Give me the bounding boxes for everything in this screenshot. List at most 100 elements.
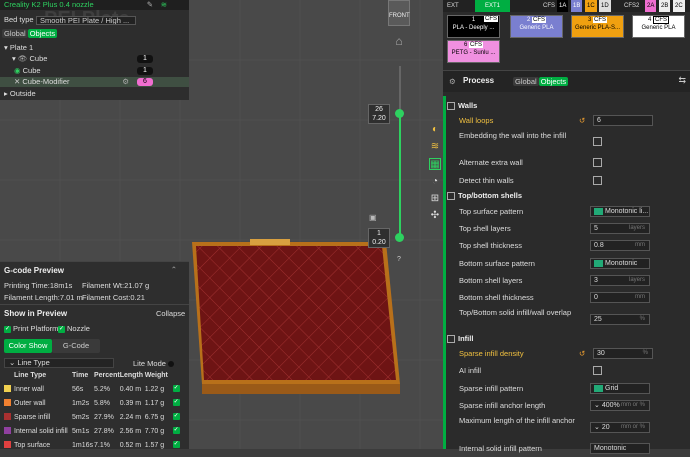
bot-pattern-row: Bottom surface pattern Monotonic	[459, 255, 659, 272]
top-thick-input[interactable]: 0.8 mm	[590, 240, 650, 251]
bot-thick-input[interactable]: 0 mm	[590, 292, 650, 303]
reset-density-icon[interactable]: ↺	[579, 345, 585, 362]
ai-infill-checkbox[interactable]	[593, 366, 602, 375]
process-objects-tab[interactable]: Objects	[538, 77, 569, 86]
filament-slot-6[interactable]: 6 CFS PETG - Sunlu ...	[447, 40, 500, 63]
settings-sidebar: EXT EXT1 CFS 1A 1B 1C 1D CFS2 2A 2B 2C 1…	[443, 0, 690, 454]
line-type-table: Line Type Time Percent Length Weight Inn…	[4, 368, 182, 452]
color-swatch	[4, 441, 11, 449]
filament-slot-1-cfs: CFS	[484, 16, 498, 22]
visibility-checkbox[interactable]: ✓	[172, 399, 180, 407]
visibility-checkbox[interactable]: ✓	[172, 427, 180, 435]
process-title: Process	[463, 76, 495, 85]
layer-slider-top-handle[interactable]	[395, 109, 404, 118]
maxlen-row: Maximum length of the infill anchor	[459, 416, 575, 425]
embed-checkbox[interactable]	[593, 137, 602, 146]
infill-icon	[447, 335, 455, 344]
filament-slot-3[interactable]: 3 CFS Generic PLA-S...	[571, 15, 624, 38]
filament-weight: Filament Wt:21.07 g	[82, 281, 150, 290]
thin-walls-row: Detect thin walls	[459, 172, 659, 189]
ext1-button[interactable]: EXT1	[475, 0, 511, 12]
layer-slider-bottom-handle[interactable]	[395, 233, 404, 242]
overlap-row: Top/Bottom solid infill/wall overlap	[459, 308, 572, 317]
wall-loops-input[interactable]: 6	[593, 115, 653, 126]
table-row[interactable]: Internal solid infill 5m1s 27.8% 2.56 m 7.70…	[4, 424, 182, 438]
slider-help-icon[interactable]: ?	[397, 256, 401, 263]
edit-icon[interactable]: ✎	[147, 0, 153, 10]
layer-top-label: 26 7.20	[368, 104, 390, 124]
speed-icon[interactable]: ◔	[429, 176, 441, 188]
table-row[interactable]: Top surface 1m16s 7.1% 0.52 m 1.57 g ✓	[4, 438, 182, 452]
wall-loops-row: Wall loops ↺ 6	[459, 112, 659, 129]
color-swatch	[4, 413, 11, 421]
layers-icon[interactable]: ≋	[429, 141, 441, 153]
gcode-title: G-code Preview	[4, 266, 65, 275]
line-type-select[interactable]: ⌄ Line Type	[4, 358, 114, 368]
thin-walls-checkbox[interactable]	[593, 176, 602, 185]
top-thick-row: Top shell thickness 0.8 mm	[459, 237, 659, 254]
front-label: FRONT	[389, 13, 410, 19]
tools-icon[interactable]: ✣	[429, 210, 441, 222]
table-row[interactable]: Outer wall 1m2s 5.8% 0.39 m 1.17 g ✓	[4, 396, 182, 410]
top-pattern-select[interactable]: Monotonic li...	[590, 206, 650, 217]
bot-layers-input[interactable]: 3 layers	[590, 275, 650, 286]
table-row[interactable]: Sparse infill 5m2s 27.9% 2.24 m 6.75 g ✓	[4, 410, 182, 424]
process-global-tab[interactable]: Global	[513, 77, 539, 86]
home-view-icon[interactable]: ⌂	[392, 34, 406, 48]
print-platform-checkbox[interactable]: ✓ Print Platform	[4, 324, 58, 333]
bed-type-row[interactable]: Bed type Smooth PEI Plate / High ...	[0, 15, 189, 25]
top-layers-input[interactable]: 5 layers	[590, 223, 650, 234]
bot-thick-row: Bottom shell thickness 0 mm	[459, 289, 659, 306]
color-show-button[interactable]: Color Show	[4, 339, 52, 353]
wifi-icon[interactable]: ≋	[161, 0, 167, 10]
bed-type-select[interactable]: Smooth PEI Plate / High ...	[36, 16, 136, 25]
color-swatch	[4, 399, 11, 407]
nozzle-checkbox[interactable]: ✓ Nozzle	[58, 324, 90, 333]
alt-extra-row: Alternate extra wall	[459, 154, 659, 171]
layer-slider-range[interactable]	[399, 113, 401, 237]
tree-plate[interactable]: ▾ Plate 1	[0, 43, 189, 53]
global-tab[interactable]: Global	[2, 29, 28, 38]
objects-tab[interactable]: Objects	[27, 29, 58, 38]
bot-pattern-select[interactable]: Monotonic	[590, 258, 650, 269]
anchor-row: Sparse infill anchor length ⌄ 400% mm or %	[459, 397, 659, 414]
layer-slider-track-top	[399, 66, 401, 112]
sparse-pattern-row: Sparse infill pattern Grid	[459, 380, 659, 397]
collapse-arrow-icon[interactable]: ⌃	[171, 265, 177, 274]
lock-icon[interactable]: ▣	[369, 214, 377, 222]
tree-cube-1[interactable]: ▾ 👁 Cube 1	[0, 54, 189, 64]
filament-slot-2[interactable]: 2 CFS Generic PLA	[510, 15, 563, 38]
density-input[interactable]: 30%	[593, 348, 653, 359]
view-cube[interactable]: FRONT	[388, 0, 410, 26]
sparse-pattern-select[interactable]: Grid	[590, 383, 650, 394]
settings-icon[interactable]: ⚙	[122, 77, 129, 87]
show-in-preview-title: Show in Preview	[4, 309, 68, 318]
alt-extra-checkbox[interactable]	[593, 158, 602, 167]
preview-mode-icon[interactable]: ▦	[429, 158, 441, 170]
overlap-input[interactable]: 25%	[590, 314, 650, 325]
collapse-link[interactable]: Collapse	[156, 309, 185, 318]
reset-icon[interactable]: ↺	[579, 112, 585, 129]
gcode-button[interactable]: G-Code	[52, 339, 100, 353]
tree-outside[interactable]: ▸ Outside	[0, 89, 189, 99]
compare-icon[interactable]: ⇆	[678, 75, 686, 86]
infill-section: Infill	[447, 332, 473, 345]
tree-cube-2[interactable]: ◉ Cube 1	[0, 66, 189, 76]
process-tabs[interactable]: Global Objects	[513, 77, 569, 86]
layer-bottom-label: 1 0.20	[368, 228, 390, 248]
visibility-checkbox[interactable]: ✓	[172, 441, 180, 449]
visibility-checkbox[interactable]: ✓	[172, 385, 180, 393]
grid-icon[interactable]: ⊞	[429, 193, 441, 205]
anchor-input[interactable]: ⌄ 400% mm or %	[590, 400, 650, 411]
shells-icon	[447, 192, 455, 201]
table-row[interactable]: Inner wall 56s 5.2% 0.40 m 1.22 g ✓	[4, 382, 182, 396]
lite-mode-toggle[interactable]: Lite Mode	[133, 359, 175, 368]
filament-slot-4[interactable]: 4 CFS Generic PLA	[632, 15, 685, 38]
visibility-checkbox[interactable]: ✓	[172, 413, 180, 421]
filament-length: Filament Length:7.01 m	[4, 293, 83, 302]
palette-icon[interactable]: ◐	[429, 124, 441, 136]
divider	[0, 304, 189, 305]
maxlen-input[interactable]: ⌄ 20 mm or %	[590, 422, 650, 433]
tree-cube-modifier[interactable]: ✕ Cube-Modifier ⚙ 6	[0, 77, 189, 87]
printing-time: Printing Time:18m1s	[4, 281, 73, 290]
